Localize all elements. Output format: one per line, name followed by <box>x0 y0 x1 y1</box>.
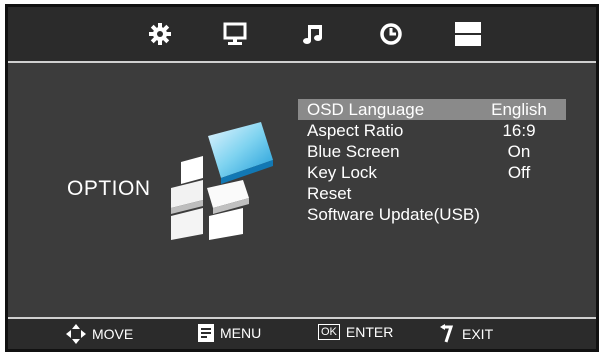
option-menu: OSD Language English Aspect Ratio 16:9 B… <box>298 99 566 225</box>
menu-item-label: OSD Language <box>307 100 425 119</box>
menu-item-osd-language[interactable]: OSD Language English <box>298 99 566 120</box>
menu-item-label: Blue Screen <box>307 142 400 161</box>
return-arrow-icon <box>440 324 456 344</box>
option-logo-icon <box>171 122 273 240</box>
tab-picture[interactable] <box>220 19 250 49</box>
menu-item-value: English <box>491 100 547 119</box>
hint-menu: MENU <box>198 324 261 342</box>
osd-window: OPTION OSD Language English Aspect Ratio… <box>5 4 599 352</box>
hint-enter: OK ENTER <box>318 324 393 340</box>
monitor-icon <box>223 22 247 45</box>
menu-item-value: 16:9 <box>502 121 536 140</box>
hint-menu-label: MENU <box>220 325 262 341</box>
menu-item-key-lock[interactable]: Key Lock Off <box>298 162 566 183</box>
key-hint-bar: MOVE MENU OK ENTER EXIT <box>8 317 596 349</box>
gear-icon <box>149 23 171 45</box>
tab-option[interactable] <box>453 19 483 49</box>
menu-item-blue-screen[interactable]: Blue Screen On <box>298 141 566 162</box>
tab-settings[interactable] <box>145 19 175 49</box>
music-note-icon <box>303 25 322 44</box>
menu-item-label: Key Lock <box>307 163 377 182</box>
tab-time[interactable] <box>376 19 406 49</box>
tab-sound[interactable] <box>298 19 328 49</box>
clock-icon <box>380 23 402 45</box>
menu-key-icon <box>198 324 214 342</box>
menu-item-aspect-ratio[interactable]: Aspect Ratio 16:9 <box>298 120 566 141</box>
menu-item-label: Reset <box>307 184 352 203</box>
hint-exit: EXIT <box>440 324 493 344</box>
menu-item-value: On <box>507 142 531 161</box>
hint-exit-label: EXIT <box>462 326 494 342</box>
option-tab-icon <box>455 22 481 46</box>
menu-item-label: Software Update(USB) <box>307 205 480 224</box>
hint-move: MOVE <box>66 324 133 344</box>
ok-key-icon: OK <box>318 324 340 340</box>
menu-item-label: Aspect Ratio <box>307 121 404 140</box>
menu-item-reset[interactable]: Reset <box>298 183 566 204</box>
hint-enter-label: ENTER <box>345 324 394 340</box>
hint-move-label: MOVE <box>92 326 134 342</box>
menu-item-software-update[interactable]: Software Update(USB) <box>298 204 566 225</box>
section-title: OPTION <box>67 177 151 200</box>
dpad-icon <box>66 324 86 344</box>
menu-item-value: Off <box>507 163 531 182</box>
tab-bar <box>8 7 596 63</box>
